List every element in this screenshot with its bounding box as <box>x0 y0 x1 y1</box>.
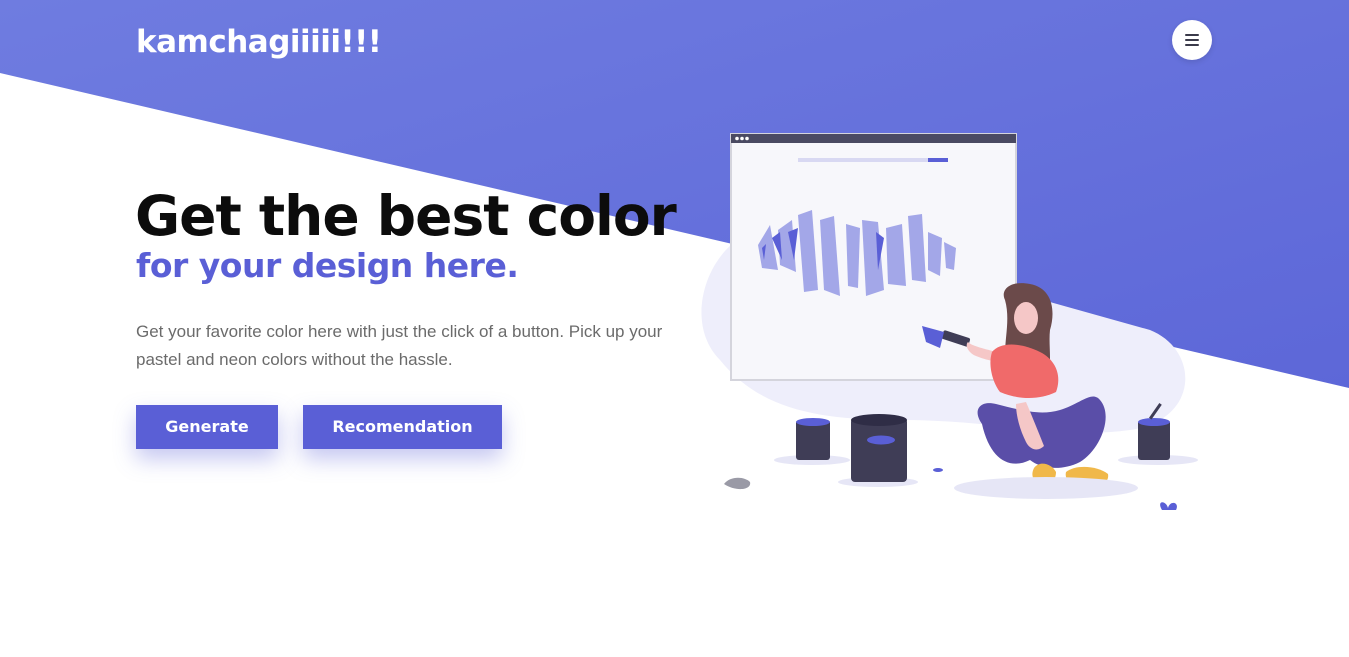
site-logo[interactable]: kamchagiiiii!!! <box>136 22 382 62</box>
woman-painting-canvas-illustration <box>701 133 1198 510</box>
recommendation-button[interactable]: Recomendation <box>303 405 502 449</box>
generate-button[interactable]: Generate <box>136 405 278 449</box>
hero-subheadline: for your design here. <box>136 246 519 285</box>
landing-page: kamchagiiiii!!! Get the best color for y… <box>0 0 1349 657</box>
hero-description: Get your favorite color here with just t… <box>136 322 663 369</box>
hero-headline: Get the best color <box>135 184 677 248</box>
menu-button[interactable] <box>1172 20 1212 60</box>
